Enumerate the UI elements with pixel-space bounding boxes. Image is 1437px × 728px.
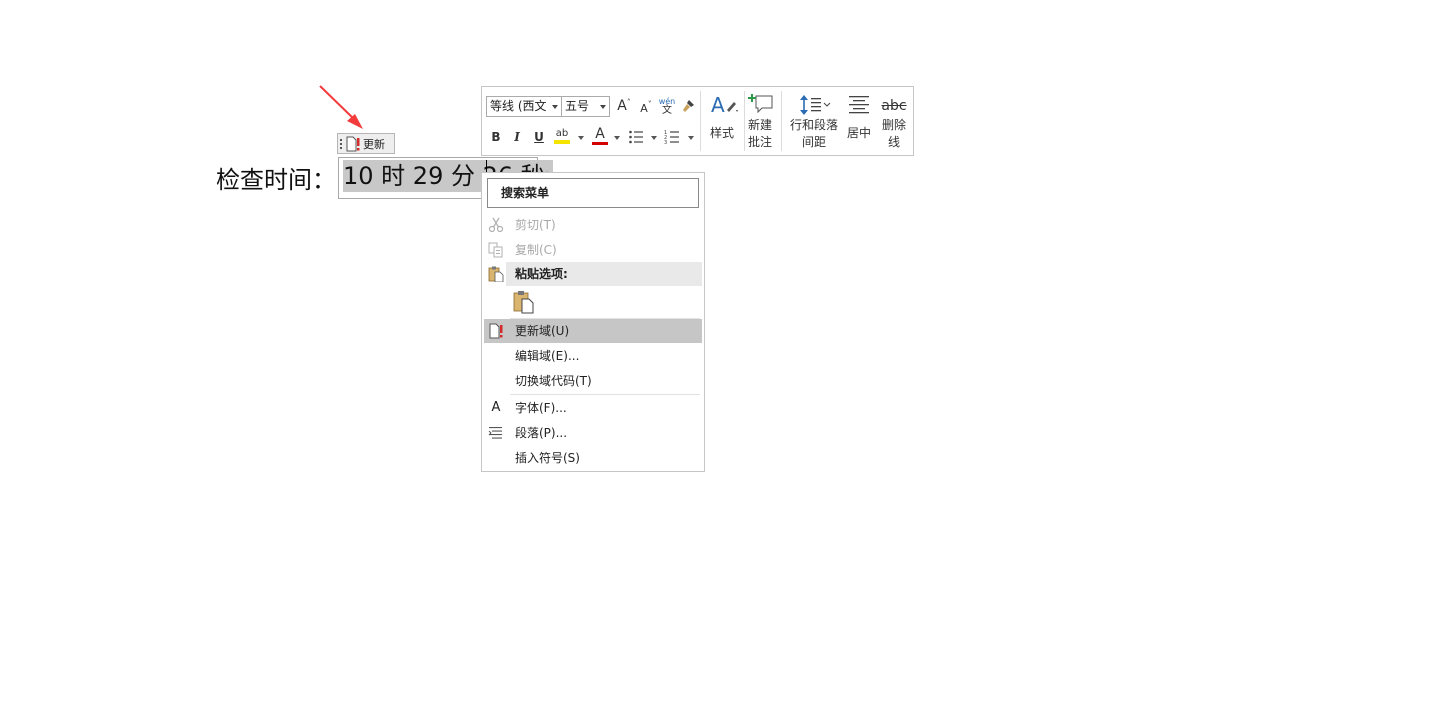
highlight-color-swatch <box>554 140 570 144</box>
font-color-button[interactable]: A <box>590 125 610 147</box>
center-align-button[interactable] <box>847 92 871 118</box>
context-menu: 搜索菜单 剪切(T) 复制(C) 粘贴选项: 更新域(U) 编辑域(E)... … <box>481 172 705 472</box>
line-spacing-label-line2: 间距 <box>801 135 826 149</box>
format-painter-icon <box>683 100 694 112</box>
line-spacing-label: 行和段落 间距 <box>784 117 844 151</box>
menu-item-label: 更新域(U) <box>515 324 570 338</box>
font-color-icon: A <box>595 126 605 142</box>
menu-item-label: 段落(P)... <box>515 426 568 440</box>
italic-button[interactable]: I <box>508 127 526 147</box>
font-size-dropdown[interactable]: 五号 <box>561 96 610 117</box>
font-size-value: 五号 <box>565 99 590 113</box>
chevron-down-icon[interactable] <box>578 136 584 140</box>
chevron-down-icon[interactable] <box>651 136 657 140</box>
menu-search-input[interactable]: 搜索菜单 <box>487 178 699 208</box>
bold-button[interactable]: B <box>487 127 505 147</box>
menu-item-label: 切换域代码(T) <box>515 374 592 388</box>
bullets-button[interactable] <box>626 127 646 147</box>
menu-item-label: 插入符号(S) <box>515 451 580 465</box>
menu-item-copy[interactable]: 复制(C) <box>484 238 702 262</box>
highlight-icon: ab <box>555 128 569 139</box>
paste-icon <box>488 266 504 282</box>
styles-label: 样式 <box>709 126 734 140</box>
numbering-button[interactable]: 1 2 3 <box>662 127 682 147</box>
strikethrough-icon: abc <box>881 98 907 114</box>
menu-item-paragraph[interactable]: 段落(P)... <box>484 421 702 445</box>
highlight-button[interactable]: ab <box>552 125 572 147</box>
chevron-down-icon[interactable] <box>614 136 620 140</box>
font-name-value: 等线 (西文 <box>490 99 547 113</box>
update-tab-label: 更新 <box>363 137 385 151</box>
grip-handle-icon[interactable] <box>340 138 343 149</box>
inspection-time-label: 检查时间： <box>216 166 336 194</box>
paste-options-header: 粘贴选项: <box>506 262 702 286</box>
chevron-down-icon[interactable] <box>688 136 694 140</box>
menu-item-update-field[interactable]: 更新域(U) <box>484 319 702 343</box>
numbered-list-icon: 1 2 3 <box>664 130 679 145</box>
font-icon: A <box>491 400 501 415</box>
phonetic-bottom: 文 <box>662 105 672 116</box>
copy-icon <box>488 242 503 258</box>
svg-text:3: 3 <box>664 140 667 145</box>
update-field-tab-button[interactable]: 更新 <box>337 133 395 154</box>
menu-item-font[interactable]: A 字体(F)... <box>484 396 702 420</box>
update-field-icon <box>346 136 360 151</box>
chevron-down-icon <box>552 105 558 109</box>
menu-item-label: 编辑域(E)... <box>515 349 580 363</box>
styles-button[interactable]: A <box>706 91 742 119</box>
format-painter-button[interactable] <box>678 96 698 116</box>
line-spacing-button[interactable] <box>797 92 833 118</box>
update-field-icon <box>489 323 503 339</box>
chevron-down-icon <box>600 105 606 109</box>
line-spacing-label-line1: 行和段落 <box>789 118 838 132</box>
strikethrough-button[interactable]: abc <box>878 95 910 117</box>
bullet-list-icon <box>629 130 643 144</box>
strikethrough-label: 删除 线 <box>878 117 910 151</box>
new-comment-label-line2: 批注 <box>747 135 772 149</box>
line-spacing-icon <box>800 95 831 115</box>
styles-icon: A <box>711 93 738 117</box>
new-comment-button[interactable] <box>745 91 777 117</box>
menu-item-edit-field[interactable]: 编辑域(E)... <box>484 344 702 368</box>
font-name-dropdown[interactable]: 等线 (西文 <box>486 96 562 117</box>
menu-item-cut[interactable]: 剪切(T) <box>484 213 702 237</box>
shrink-font-button[interactable]: A ˅ <box>637 98 655 118</box>
center-align-icon <box>849 96 869 114</box>
shrink-font-icon: A <box>640 101 648 115</box>
menu-item-toggle-field-codes[interactable]: 切换域代码(T) <box>484 369 702 393</box>
menu-item-label: 字体(F)... <box>515 401 567 415</box>
strikethrough-label-line2: 线 <box>887 135 900 149</box>
new-comment-label-line1: 新建 <box>747 118 772 132</box>
strikethrough-label-line1: 删除 <box>881 118 906 132</box>
paste-keep-text-icon[interactable] <box>512 290 536 314</box>
grow-font-icon: A <box>617 98 627 114</box>
menu-item-insert-symbol[interactable]: 插入符号(S) <box>484 446 702 470</box>
mini-formatting-toolbar: 等线 (西文 五号 A ˄ A ˅ wén 文 B I U ab A 1 2 3… <box>481 86 914 156</box>
phonetic-guide-button[interactable]: wén 文 <box>657 95 677 117</box>
svg-text:A: A <box>711 93 725 117</box>
menu-item-label: 剪切(T) <box>515 218 556 232</box>
grow-font-button[interactable]: A ˄ <box>615 96 633 116</box>
menu-item-label: 粘贴选项: <box>515 267 568 281</box>
menu-item-label: 复制(C) <box>515 243 557 257</box>
new-comment-label: 新建 批注 <box>744 117 776 151</box>
font-color-swatch <box>592 142 608 145</box>
cut-icon <box>488 217 504 233</box>
new-comment-icon <box>748 94 773 114</box>
red-annotation-arrow-icon <box>319 85 363 129</box>
center-align-label: 居中 <box>846 126 871 140</box>
underline-button[interactable]: U <box>530 127 548 147</box>
paragraph-icon <box>488 427 502 439</box>
